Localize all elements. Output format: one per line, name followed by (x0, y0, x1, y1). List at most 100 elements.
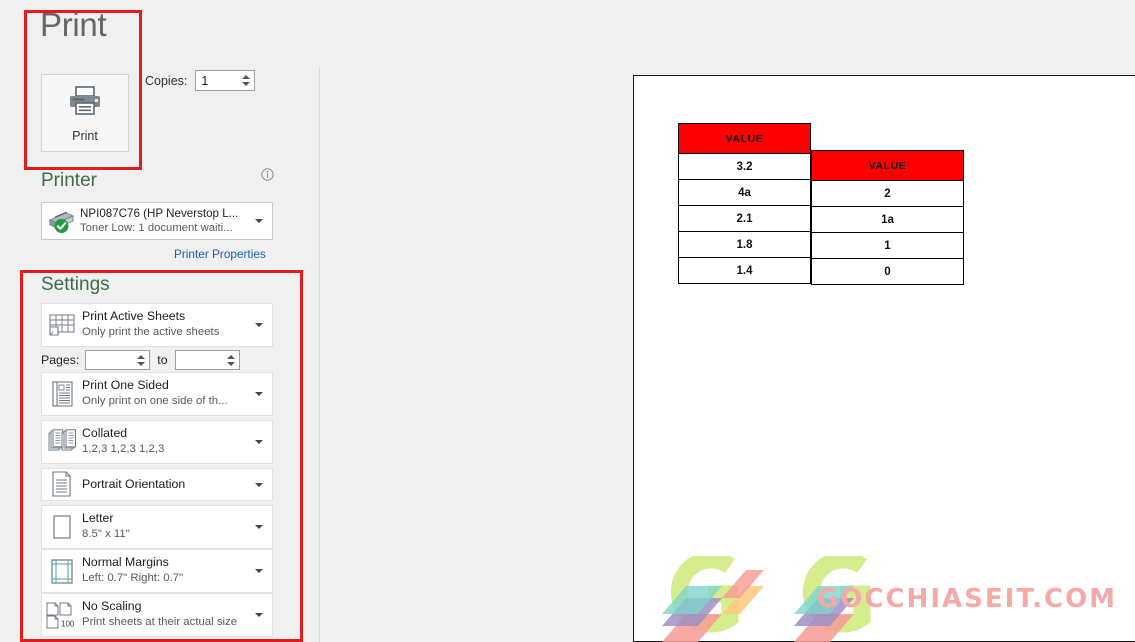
svg-text:100: 100 (61, 620, 75, 629)
table-cell: 0 (811, 258, 964, 285)
spin-up-icon[interactable] (242, 75, 251, 79)
setting-print-range[interactable]: Print Active Sheets Only print the activ… (41, 303, 273, 347)
setting-collation[interactable]: Collated 1,2,3 1,2,3 1,2,3 (41, 420, 273, 464)
pages-to-label: to (157, 353, 168, 367)
pages-to-spin-arrows[interactable] (226, 351, 235, 369)
setting-title: Normal Margins (82, 555, 169, 570)
setting-collation-text: Collated 1,2,3 1,2,3 1,2,3 (82, 426, 255, 457)
pages-label: Pages: (41, 353, 80, 367)
spin-up-icon[interactable] (226, 354, 235, 359)
setting-title: Portrait Orientation (82, 476, 186, 491)
table-row: 2 (811, 180, 964, 207)
paper-size-icon (42, 514, 82, 541)
printer-ready-check-icon (42, 202, 80, 240)
chevron-down-icon[interactable] (255, 392, 263, 396)
copies-stepper[interactable] (195, 70, 256, 91)
table-cell: 2 (811, 180, 964, 207)
table-cell: 1.8 (678, 231, 811, 258)
setting-title: Print Active Sheets (82, 309, 186, 324)
chevron-down-icon[interactable] (255, 525, 263, 529)
setting-title: No Scaling (82, 599, 142, 614)
spin-down-icon[interactable] (242, 82, 251, 86)
table-row: 0 (811, 258, 964, 285)
copies-spin-arrows[interactable] (242, 71, 251, 90)
pages-to-stepper[interactable] (174, 350, 240, 370)
printer-properties-link[interactable]: Printer Properties (174, 247, 266, 261)
setting-paper-size[interactable]: Letter 8.5" x 11" (41, 505, 273, 549)
setting-margins[interactable]: Normal Margins Left: 0.7" Right: 0.7" (41, 549, 273, 593)
setting-title: Letter (82, 511, 114, 526)
printer-icon (68, 84, 102, 121)
margins-icon (42, 558, 82, 585)
setting-subtitle: Print sheets at their actual size (82, 616, 238, 629)
table-row: 2.1 (678, 205, 811, 232)
table-cell: 2.1 (678, 205, 811, 232)
table-row: 4a (678, 179, 811, 206)
table-cell: 1 (811, 232, 964, 259)
printer-section-heading: Printer (41, 170, 97, 191)
pages-from-spin-arrows[interactable] (137, 351, 146, 369)
table-row: 1a (811, 206, 964, 233)
print-button-label: Print (72, 128, 98, 143)
portrait-orientation-icon (42, 471, 82, 498)
table-header-cell: VALUE (811, 150, 964, 181)
setting-paper-size-text: Letter 8.5" x 11" (82, 511, 255, 542)
setting-print-range-text: Print Active Sheets Only print the activ… (82, 309, 255, 340)
table-row: VALUE (811, 150, 964, 181)
setting-scaling[interactable]: 100 No Scaling Print sheets at their act… (41, 593, 273, 637)
setting-duplex-text: Print One Sided Only print on one side o… (82, 378, 255, 409)
table-row: 1.4 (678, 257, 811, 284)
active-sheets-icon (42, 312, 82, 338)
chevron-down-icon[interactable] (255, 323, 263, 327)
table-row: 1.8 (678, 231, 811, 258)
print-preview-page: VALUE 3.2 4a 2.1 1.8 1.4 VALUE 2 1a 1 0 (633, 75, 1135, 642)
watermark: GOCCHIASEIT.COM (652, 556, 1132, 642)
setting-margins-text: Normal Margins Left: 0.7" Right: 0.7" (82, 555, 255, 586)
setting-title: Collated (82, 426, 128, 441)
collated-icon (42, 429, 82, 455)
table-row: 1 (811, 232, 964, 259)
table-row: VALUE (678, 123, 811, 154)
info-icon[interactable] (261, 168, 274, 181)
page-title: Print (40, 6, 107, 43)
setting-orientation[interactable]: Portrait Orientation (41, 468, 273, 501)
chevron-down-icon[interactable] (255, 613, 263, 617)
chevron-down-icon[interactable] (255, 482, 263, 487)
table-cell: 1.4 (678, 257, 811, 284)
setting-scaling-text: No Scaling Print sheets at their actual … (82, 599, 255, 630)
one-sided-icon (42, 380, 82, 408)
printer-select[interactable]: NPI087C76 (HP Neverstop L... Toner Low: … (41, 202, 273, 240)
setting-title: Print One Sided (82, 378, 169, 393)
setting-subtitle: Only print on one side of th... (82, 395, 228, 408)
pages-range-row: Pages: to (41, 350, 240, 370)
spin-down-icon[interactable] (137, 361, 146, 366)
chevron-down-icon[interactable] (255, 440, 263, 444)
table-header-cell: VALUE (678, 123, 811, 154)
spin-down-icon[interactable] (226, 361, 235, 366)
printer-status: Toner Low: 1 document waiti... (80, 222, 233, 235)
table-cell: 1a (811, 206, 964, 233)
pages-from-stepper[interactable] (85, 350, 151, 370)
chevron-down-icon[interactable] (255, 569, 263, 573)
print-settings-pane: Print Print Copies: 1 Printer NPI087C76 … (0, 0, 320, 642)
setting-subtitle: Only print the active sheets (82, 326, 220, 339)
spin-up-icon[interactable] (137, 354, 146, 359)
watermark-text: GOCCHIASEIT.COM (817, 584, 1118, 614)
setting-subtitle: 8.5" x 11" (82, 528, 130, 541)
setting-subtitle: Left: 0.7" Right: 0.7" (82, 572, 184, 585)
watermark-logo-icon (662, 556, 764, 642)
table-row: 3.2 (678, 153, 811, 180)
copies-row: Copies: (145, 70, 256, 91)
preview-table-left: VALUE 3.2 4a 2.1 1.8 1.4 (678, 123, 811, 284)
print-backstage-screen: Print Print Copies: 1 Printer NPI087C76 … (0, 0, 1135, 642)
chevron-down-icon[interactable] (255, 219, 263, 223)
preview-table-right: VALUE 2 1a 1 0 (811, 150, 964, 285)
printer-select-text: NPI087C76 (HP Neverstop L... Toner Low: … (80, 207, 255, 236)
setting-duplex[interactable]: Print One Sided Only print on one side o… (41, 372, 273, 416)
copies-label: Copies: (145, 73, 188, 88)
watermark-logo-icon (794, 556, 871, 642)
scaling-icon: 100 (42, 601, 82, 629)
setting-orientation-text: Portrait Orientation (82, 477, 255, 493)
print-button[interactable]: Print (41, 74, 129, 152)
table-cell: 4a (678, 179, 811, 206)
